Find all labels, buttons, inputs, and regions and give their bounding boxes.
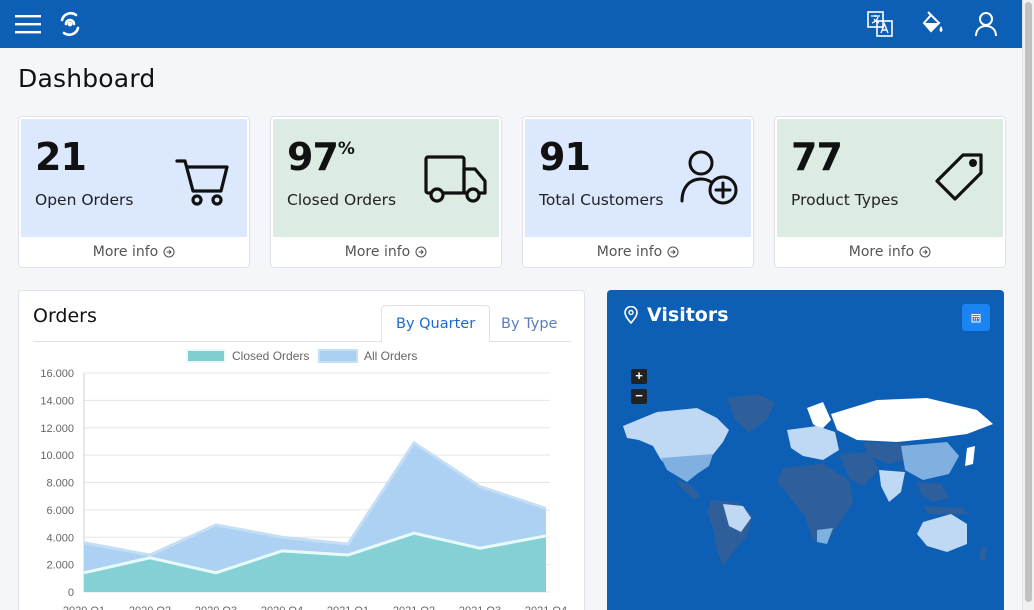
card-product-types: 77 Product Types More info: [774, 116, 1006, 268]
visitors-title: Visitors: [647, 304, 729, 326]
zoom-in-button[interactable]: +: [631, 369, 647, 384]
legend-label: All Orders: [364, 349, 417, 363]
y-tick-label: 14.000: [40, 395, 74, 407]
card-body: 21 Open Orders: [21, 119, 247, 237]
card-value: 77: [791, 135, 843, 179]
more-info-link[interactable]: More info: [19, 237, 249, 267]
map-china: [901, 442, 959, 480]
scrollbar-thumb[interactable]: [1025, 2, 1032, 602]
card-value: 97%: [287, 135, 355, 179]
map-greenland: [727, 394, 775, 432]
arrow-circle-right-icon: [163, 246, 175, 258]
legend-swatch: [318, 349, 358, 363]
user-icon[interactable]: [972, 10, 1000, 38]
tab-by-quarter[interactable]: By Quarter: [381, 305, 491, 342]
map-indonesia: [923, 506, 969, 514]
map-central-america: [675, 480, 701, 500]
orders-panel: Orders By Quarter By Type 0 2.000 4.000 6.0…: [18, 290, 585, 610]
orders-area-chart: 0 2.000 4.000 6.000 8.000 10.000 12.000 14.000 1…: [40, 349, 567, 610]
card-label: Total Customers: [539, 191, 664, 209]
legend-swatch: [186, 349, 226, 363]
card-label: Product Types: [791, 191, 899, 209]
theme-icon[interactable]: [918, 10, 946, 38]
y-tick-label: 16.000: [40, 368, 74, 380]
legend-label: Closed Orders: [232, 349, 309, 363]
x-tick-label: 2021 Q3: [459, 605, 501, 610]
more-info-link[interactable]: More info: [775, 237, 1005, 267]
more-info-link[interactable]: More info: [523, 237, 753, 267]
visitors-panel: Visitors + −: [607, 290, 1004, 610]
calendar-icon: [971, 313, 981, 322]
map-new-zealand: [979, 546, 987, 560]
card-value: 21: [35, 135, 87, 179]
world-map[interactable]: [617, 390, 997, 570]
x-tick-label: 2021 Q4: [525, 605, 567, 610]
y-tick-label: 8.000: [46, 478, 74, 490]
map-japan: [965, 446, 975, 466]
x-tick-label: 2021 Q2: [393, 605, 435, 610]
arrow-circle-right-icon: [919, 246, 931, 258]
map-africa: [777, 464, 853, 542]
truck-icon: [424, 155, 487, 203]
menu-icon[interactable]: [14, 12, 42, 36]
card-open-orders: 21 Open Orders More info: [18, 116, 250, 268]
map-india: [879, 470, 905, 502]
orders-title: Orders: [33, 305, 97, 327]
arrow-circle-right-icon: [667, 246, 679, 258]
cart-icon: [175, 159, 229, 206]
card-value: 91: [539, 135, 591, 179]
map-southeast-asia: [917, 482, 949, 502]
add-user-icon: [680, 150, 738, 205]
x-tick-label: 2020 Q4: [261, 605, 303, 610]
card-body: 91 Total Customers: [525, 119, 751, 237]
tag-icon: [935, 153, 983, 201]
x-tick-label: 2021 Q1: [327, 605, 369, 610]
map-scandinavia: [807, 402, 831, 430]
card-body: 77 Product Types: [777, 119, 1003, 237]
card-total-customers: 91 Total Customers More info: [522, 116, 754, 268]
map-australia: [917, 514, 967, 552]
card-label: Open Orders: [35, 191, 134, 209]
y-tick-label: 4.000: [46, 532, 74, 544]
card-label: Closed Orders: [287, 191, 397, 209]
top-navbar: [0, 0, 1022, 48]
logo-icon[interactable]: [56, 10, 84, 38]
y-tick-label: 10.000: [40, 450, 74, 462]
card-body: 97% Closed Orders: [273, 119, 499, 237]
y-tick-label: 0: [68, 587, 74, 599]
arrow-circle-right-icon: [415, 246, 427, 258]
page-title: Dashboard: [18, 64, 156, 93]
y-tick-label: 6.000: [46, 505, 74, 517]
map-usa: [661, 454, 713, 482]
y-tick-label: 12.000: [40, 423, 74, 435]
tab-by-type[interactable]: By Type: [487, 305, 571, 342]
calendar-button[interactable]: [962, 304, 990, 331]
y-tick-label: 2.000: [46, 560, 74, 572]
map-marker-icon: [624, 306, 638, 324]
map-europe: [787, 426, 839, 460]
x-tick-label: 2020 Q2: [129, 605, 171, 610]
x-tick-label: 2020 Q3: [195, 605, 237, 610]
map-russia: [831, 398, 993, 442]
language-icon[interactable]: [866, 10, 894, 38]
more-info-link[interactable]: More info: [271, 237, 501, 267]
scrollbar[interactable]: [1022, 0, 1034, 610]
card-closed-orders: 97% Closed Orders More info: [270, 116, 502, 268]
x-tick-label: 2020 Q1: [63, 605, 105, 610]
